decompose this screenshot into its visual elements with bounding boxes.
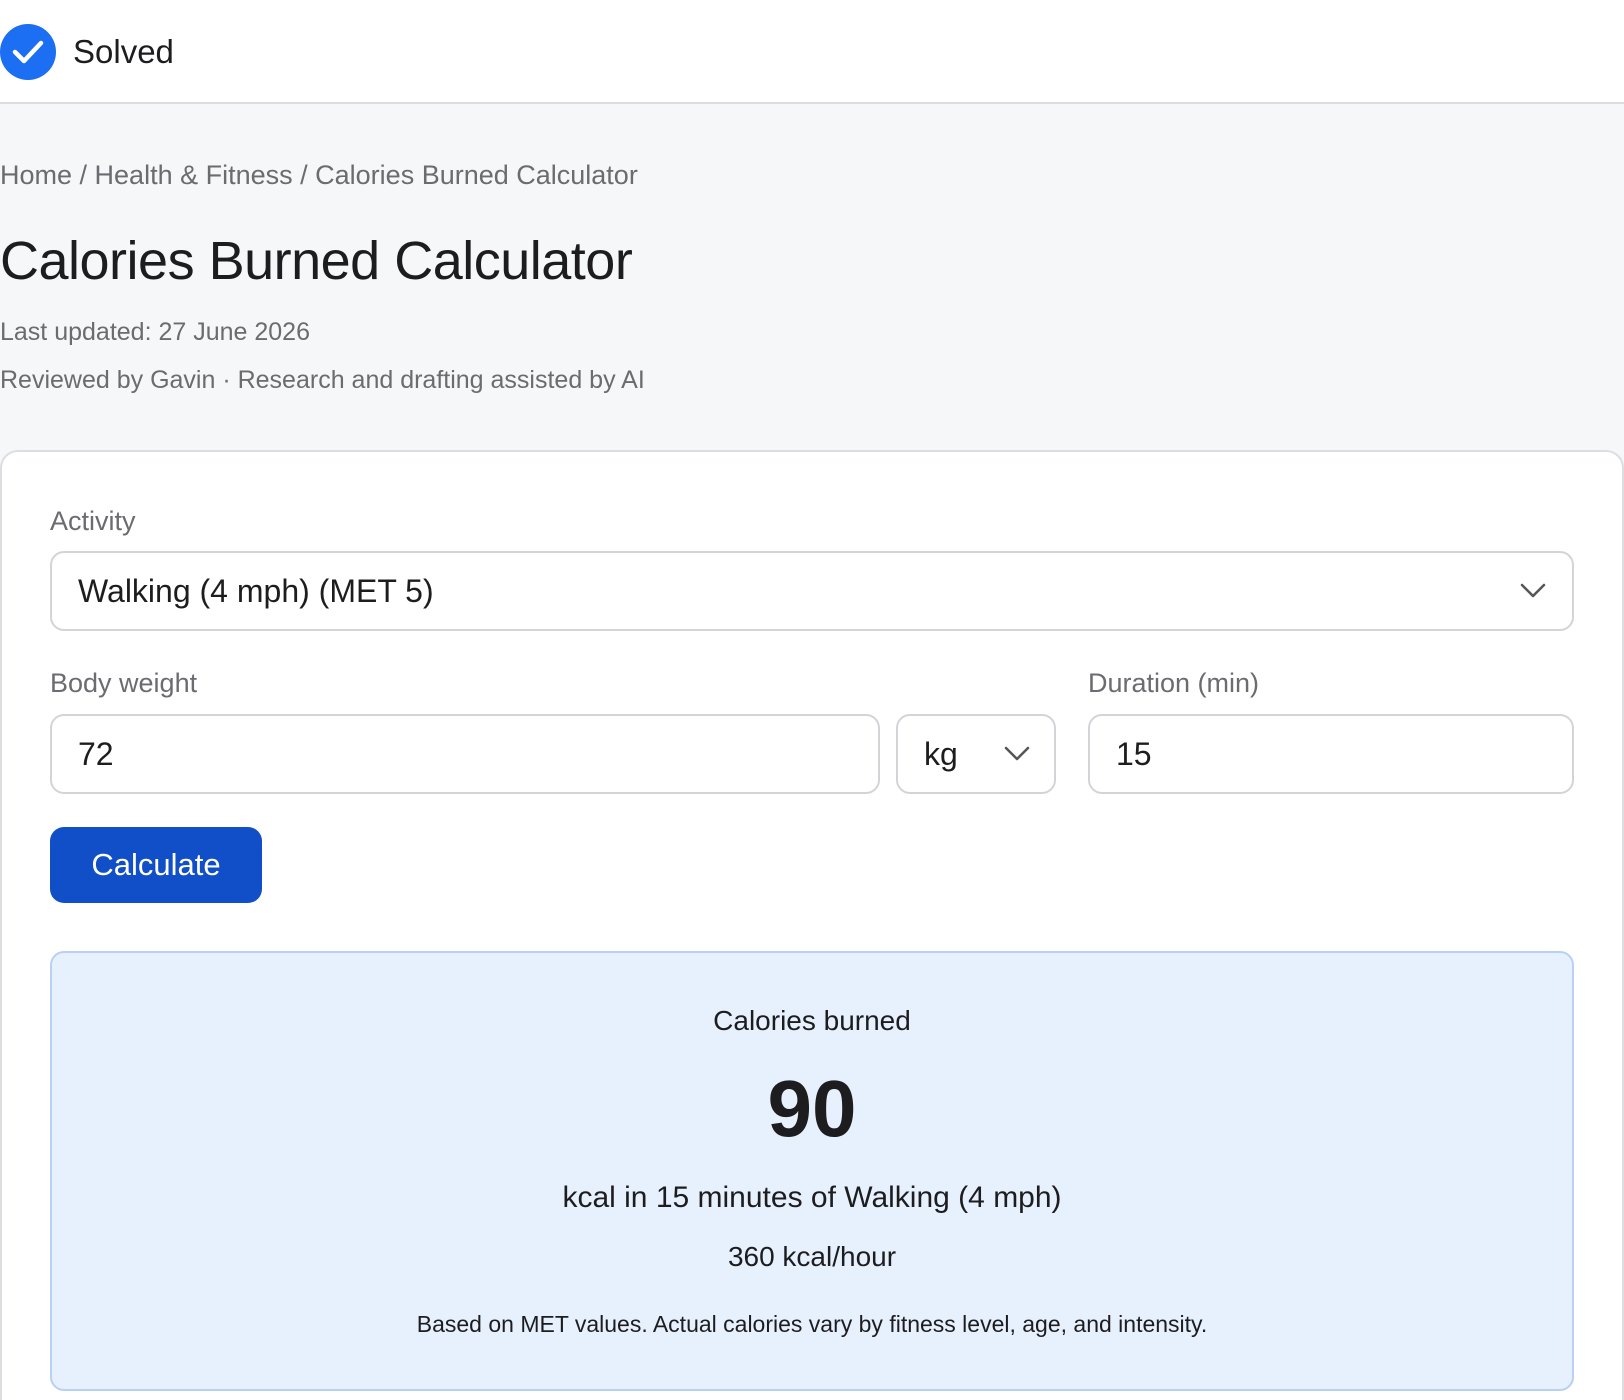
calculate-button[interactable]: Calculate [50, 827, 262, 903]
check-circle-icon [0, 24, 56, 80]
last-updated: Last updated: 27 June 2026 [0, 318, 310, 346]
weight-unit-value: kg [924, 735, 958, 772]
breadcrumb-separator: / [292, 160, 316, 190]
result-rate: 360 kcal/hour [727, 1241, 897, 1272]
body-weight-input[interactable]: 72 [50, 714, 880, 794]
body-weight-label: Body weight [50, 668, 198, 698]
activity-select[interactable]: Walking (4 mph) (MET 5) [50, 551, 1574, 631]
duration-input[interactable]: 15 [1088, 714, 1574, 794]
chevron-down-icon [1520, 583, 1546, 598]
duration-label: Duration (min) [1088, 668, 1260, 698]
page-title: Calories Burned Calculator [0, 231, 633, 291]
breadcrumb-current: Calories Burned Calculator [315, 160, 638, 190]
activity-select-value: Walking (4 mph) (MET 5) [78, 572, 434, 609]
breadcrumb-separator: / [72, 160, 95, 190]
top-status-bar: Solved [0, 0, 1624, 104]
weight-unit-select[interactable]: kg [896, 714, 1056, 794]
activity-label: Activity [50, 506, 136, 536]
solved-label: Solved [73, 33, 174, 70]
result-summary: kcal in 15 minutes of Walking (4 mph) [562, 1181, 1062, 1214]
result-note: Based on MET values. Actual calories var… [416, 1311, 1208, 1337]
duration-value: 15 [1116, 735, 1152, 772]
body-weight-value: 72 [78, 735, 114, 772]
reviewed-by: Reviewed by Gavin · Research and draftin… [0, 366, 645, 394]
chevron-down-icon [1004, 746, 1030, 761]
result-panel: Calories burned 90 kcal in 15 minutes of… [50, 951, 1574, 1391]
breadcrumb: Home / Health & Fitness / Calories Burne… [0, 158, 638, 192]
calories-value: 90 [767, 1064, 857, 1153]
breadcrumb-home-link[interactable]: Home [0, 160, 72, 190]
breadcrumb-category-link[interactable]: Health & Fitness [95, 160, 293, 190]
result-heading: Calories burned [713, 1005, 911, 1036]
